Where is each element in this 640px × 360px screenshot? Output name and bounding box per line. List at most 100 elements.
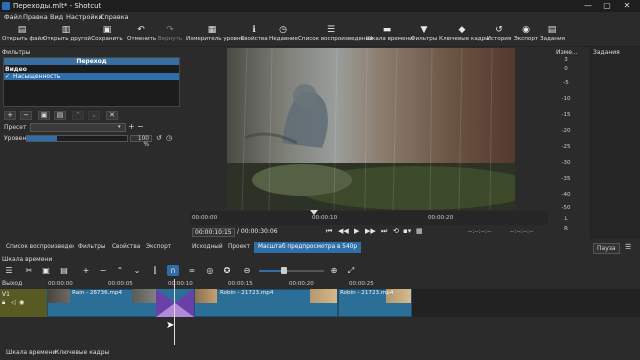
menu-view[interactable]: Вид bbox=[50, 13, 63, 21]
preset-select[interactable] bbox=[30, 123, 126, 132]
level-meter-icon: ▦ bbox=[207, 25, 217, 35]
timeline-panel-title: Шкала времени bbox=[2, 256, 53, 263]
history-button[interactable]: ↺ История bbox=[486, 23, 512, 47]
grid-icon[interactable]: ▦ bbox=[416, 227, 423, 235]
video-preview[interactable] bbox=[227, 48, 515, 210]
zoom-fit-icon[interactable]: ⤢ bbox=[345, 265, 357, 276]
scrub-drag-icon[interactable]: ∞ bbox=[186, 265, 198, 276]
scrub-label: 00:00:10 bbox=[312, 215, 338, 221]
open-other-button[interactable]: ▥ Открыть другой bbox=[43, 23, 91, 47]
menu-help[interactable]: Справка bbox=[100, 13, 129, 21]
ripple-all-icon[interactable]: ✪ bbox=[221, 265, 233, 276]
volume-icon[interactable]: ▪▾ bbox=[403, 227, 411, 235]
tab-properties[interactable]: Свойства bbox=[108, 242, 145, 253]
snap-magnet-icon[interactable]: ∩ bbox=[167, 265, 179, 276]
export-button[interactable]: ◉ Экспорт bbox=[513, 23, 539, 47]
playlist-button[interactable]: ☰ Список воспроизведения bbox=[298, 23, 373, 47]
skip-next-icon[interactable]: ⏭ bbox=[381, 227, 387, 236]
recent-button[interactable]: ◷ Недавние bbox=[269, 23, 298, 47]
save-preset-button[interactable]: + bbox=[128, 122, 135, 131]
tab-project[interactable]: Проект bbox=[224, 242, 255, 253]
append-icon[interactable]: + bbox=[80, 265, 92, 276]
timeline-ruler[interactable] bbox=[47, 279, 640, 288]
paste-icon[interactable]: ▤ bbox=[58, 265, 70, 276]
jobs-button[interactable]: ▤ Задания bbox=[540, 23, 565, 47]
zoom-slider-handle[interactable] bbox=[281, 267, 287, 274]
menu-settings[interactable]: Настройки bbox=[66, 13, 103, 21]
filters-button[interactable]: ▼ Фильтры bbox=[410, 23, 438, 47]
chevron-down-icon: ▾ bbox=[118, 124, 121, 130]
loop-icon[interactable]: ⟲ bbox=[393, 227, 399, 235]
keyframes-button[interactable]: ◆ Ключевые кадры bbox=[439, 23, 490, 47]
timeline-menu-icon[interactable]: ☰ bbox=[3, 265, 15, 276]
properties-button[interactable]: ℹ Свойства bbox=[240, 23, 268, 47]
deselect-filter-button[interactable]: ✕ bbox=[106, 111, 118, 120]
clip-title: Robin - 21723.mp4 bbox=[340, 290, 394, 296]
transition-cross-icon bbox=[156, 289, 194, 317]
redo-button[interactable]: ↷ Вернуть bbox=[157, 23, 183, 47]
db-label: -30 bbox=[561, 160, 571, 166]
mute-icon[interactable]: ◁ bbox=[11, 299, 16, 306]
menu-edit[interactable]: Правка bbox=[23, 13, 48, 21]
undo-button[interactable]: ↶ Отменить bbox=[127, 23, 156, 47]
timeline-button[interactable]: ▬ Шкала времени bbox=[366, 23, 413, 47]
copy-filter-button[interactable]: ▣ bbox=[38, 111, 50, 120]
fast-forward-icon[interactable]: ▶▶ bbox=[365, 227, 376, 235]
db-label: -5 bbox=[563, 80, 569, 86]
cut-icon[interactable]: ✂ bbox=[23, 265, 35, 276]
close-button[interactable]: ✕ bbox=[622, 1, 632, 11]
copy-icon[interactable]: ▣ bbox=[40, 265, 52, 276]
level-meter-button[interactable]: ▦ Измеритель уровня bbox=[186, 23, 244, 47]
channel-label-left: L bbox=[564, 216, 568, 222]
tab-keyframes[interactable]: Ключевые кадры bbox=[55, 349, 109, 356]
overwrite-icon[interactable]: ⌄ bbox=[131, 265, 143, 276]
output-track-header: Выход bbox=[0, 279, 47, 288]
maximize-button[interactable]: ▢ bbox=[602, 1, 612, 11]
ripple-icon[interactable]: ◎ bbox=[204, 265, 216, 276]
zoom-in-icon[interactable]: ⊕ bbox=[328, 265, 340, 276]
reset-level-icon[interactable]: ↺ bbox=[156, 134, 162, 142]
lift-icon[interactable]: ⌃ bbox=[114, 265, 126, 276]
tab-source[interactable]: Исходный bbox=[188, 242, 227, 253]
shotcut-logo-icon bbox=[2, 2, 10, 10]
filter-enabled-checkbox[interactable]: ✓ bbox=[5, 73, 10, 80]
current-timecode[interactable]: 00:00:10:15 bbox=[192, 228, 235, 237]
level-slider-fill bbox=[27, 136, 57, 141]
level-spinbox[interactable]: 100 % bbox=[130, 135, 152, 148]
rewind-icon[interactable]: ◀◀ bbox=[338, 227, 349, 235]
jobs-title: Задания bbox=[593, 49, 620, 56]
folder-icon: ▤ bbox=[17, 25, 27, 35]
save-button[interactable]: ▣ Сохранить bbox=[90, 23, 124, 47]
preview-scale-button[interactable]: Масштаб предпросмотра в 540p bbox=[254, 242, 362, 253]
tab-export[interactable]: Экспорт bbox=[142, 242, 176, 253]
add-filter-button[interactable]: + bbox=[4, 111, 16, 120]
player-playhead[interactable] bbox=[310, 210, 318, 215]
delete-preset-button[interactable]: − bbox=[137, 122, 144, 131]
play-icon[interactable]: ▶ bbox=[354, 227, 359, 235]
minimize-button[interactable]: — bbox=[583, 1, 593, 11]
tab-timeline[interactable]: Шкала времени bbox=[6, 349, 56, 356]
move-down-button[interactable]: ⌄ bbox=[88, 111, 100, 120]
clip-thumbnail bbox=[195, 289, 217, 303]
zoom-out-icon[interactable]: ⊖ bbox=[241, 265, 253, 276]
skip-previous-icon[interactable]: ⏮ bbox=[326, 227, 332, 236]
eye-icon[interactable]: ◉ bbox=[19, 299, 24, 306]
remove-icon[interactable]: − bbox=[97, 265, 109, 276]
scrub-label: 00:00:00 bbox=[192, 215, 218, 221]
db-label: 3 bbox=[564, 57, 568, 63]
scrub-bar[interactable] bbox=[190, 211, 548, 225]
paste-filter-button[interactable]: ▤ bbox=[54, 111, 66, 120]
move-up-button[interactable]: ⌃ bbox=[72, 111, 84, 120]
split-icon[interactable]: ⫿ bbox=[149, 265, 161, 276]
keyframe-toggle-icon[interactable]: ◷ bbox=[166, 134, 172, 142]
lock-icon[interactable]: 🔒︎ bbox=[2, 299, 5, 307]
remove-filter-button[interactable]: − bbox=[20, 111, 32, 120]
menu-icon[interactable]: ☰ bbox=[625, 243, 631, 251]
pause-jobs-button[interactable]: Пауза bbox=[593, 243, 620, 254]
db-label: 0 bbox=[564, 66, 568, 72]
tab-filters[interactable]: Фильтры bbox=[74, 242, 110, 253]
mouse-cursor-icon: ➤ bbox=[166, 320, 175, 331]
timeline-playhead[interactable] bbox=[174, 279, 175, 347]
open-file-button[interactable]: ▤ Открыть файл bbox=[2, 23, 45, 47]
menu-file[interactable]: Файл bbox=[4, 13, 22, 21]
